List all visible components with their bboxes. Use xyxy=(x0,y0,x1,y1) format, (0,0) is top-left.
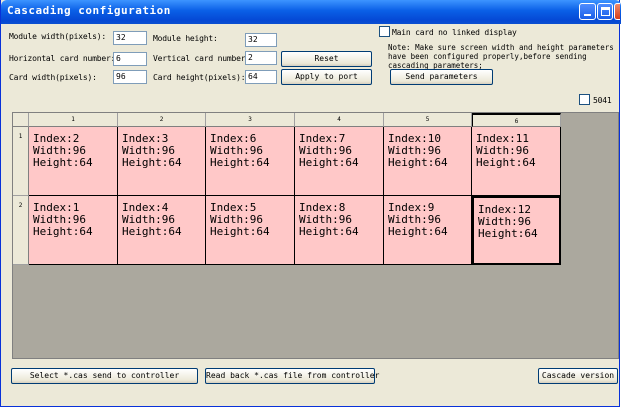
grid-cell[interactable]: Index:4 Width:96 Height:64 xyxy=(118,196,206,265)
cell-height: Height:64 xyxy=(33,225,93,238)
cascading-window: Cascading configuration Module width(pix… xyxy=(0,0,621,407)
module-height-input[interactable]: 32 xyxy=(245,33,277,47)
cell-height: Height:64 xyxy=(33,156,93,169)
grid-cell[interactable]: Index:5 Width:96 Height:64 xyxy=(206,196,295,265)
cascade-grid: 1 2 3 4 5 6 1 2 Index:2 Width:96 Height:… xyxy=(12,112,619,359)
cell-height: Height:64 xyxy=(299,156,359,169)
maximize-icon xyxy=(601,7,610,16)
grid-cell-selected[interactable]: Index:12 Width:96 Height:64 xyxy=(472,196,561,265)
grid-cell[interactable]: Index:7 Width:96 Height:64 xyxy=(295,127,384,196)
s5041-label: 5041 xyxy=(593,96,612,105)
card-height-label: Card height(pixels): xyxy=(153,73,246,82)
window-title: Cascading configuration xyxy=(7,4,171,17)
cell-height: Height:64 xyxy=(210,225,270,238)
close-button[interactable] xyxy=(614,3,620,20)
column-header-6[interactable]: 6 xyxy=(472,113,561,127)
row-header-2[interactable]: 2 xyxy=(13,196,29,265)
vertical-card-input[interactable]: 2 xyxy=(245,51,277,65)
main-card-label: Main card no linked display xyxy=(392,28,517,37)
grid-cell[interactable]: Index:11 Width:96 Height:64 xyxy=(472,127,561,196)
cell-height: Height:64 xyxy=(210,156,270,169)
title-bar[interactable]: Cascading configuration xyxy=(1,0,621,24)
module-width-label: Module width(pixels): xyxy=(9,32,106,41)
maximize-button[interactable] xyxy=(597,3,613,20)
cell-height: Height:64 xyxy=(388,156,448,169)
main-card-checkbox[interactable] xyxy=(379,26,390,37)
grid-corner xyxy=(13,113,29,127)
grid-cell[interactable]: Index:8 Width:96 Height:64 xyxy=(295,196,384,265)
row-header-1[interactable]: 1 xyxy=(13,127,29,196)
send-parameters-button[interactable]: Send parameters xyxy=(390,69,493,85)
cell-height: Height:64 xyxy=(388,225,448,238)
cell-height: Height:64 xyxy=(476,156,536,169)
column-header-1[interactable]: 1 xyxy=(29,113,118,127)
s5041-checkbox[interactable] xyxy=(579,94,590,105)
cascade-version-button[interactable]: Cascade version xyxy=(538,368,618,384)
cell-height: Height:64 xyxy=(299,225,359,238)
column-header-2[interactable]: 2 xyxy=(118,113,206,127)
apply-to-port-button[interactable]: Apply to port xyxy=(281,69,372,85)
read-back-cas-button[interactable]: Read back *.cas file from controller xyxy=(205,368,379,384)
select-cas-button[interactable]: Select *.cas send to controller xyxy=(11,368,198,384)
note-text: Note: Make sure screen width and height … xyxy=(388,43,614,70)
module-width-input[interactable]: 32 xyxy=(113,31,147,45)
grid-cell[interactable]: Index:6 Width:96 Height:64 xyxy=(206,127,295,196)
column-header-3[interactable]: 3 xyxy=(206,113,295,127)
grid-cell[interactable]: Index:1 Width:96 Height:64 xyxy=(29,196,118,265)
minimize-icon xyxy=(584,14,591,16)
grid-cell[interactable]: Index:9 Width:96 Height:64 xyxy=(384,196,472,265)
horizontal-card-input[interactable]: 6 xyxy=(113,52,147,66)
grid-cell[interactable]: Index:10 Width:96 Height:64 xyxy=(384,127,472,196)
cell-height: Height:64 xyxy=(122,156,182,169)
grid-cell[interactable]: Index:3 Width:96 Height:64 xyxy=(118,127,206,196)
module-height-label: Module height: xyxy=(153,34,218,43)
card-width-input[interactable]: 96 xyxy=(113,70,147,84)
cell-height: Height:64 xyxy=(122,225,182,238)
card-height-input[interactable]: 64 xyxy=(245,70,277,84)
column-header-4[interactable]: 4 xyxy=(295,113,384,127)
column-header-5[interactable]: 5 xyxy=(384,113,472,127)
cell-height: Height:64 xyxy=(478,227,538,240)
vertical-card-label: Vertical card number: xyxy=(153,54,250,63)
grid-cell[interactable]: Index:2 Width:96 Height:64 xyxy=(29,127,118,196)
card-width-label: Card width(pixels): xyxy=(9,73,97,82)
horizontal-card-label: Horizontal card number: xyxy=(9,54,116,63)
minimize-button[interactable] xyxy=(579,3,596,20)
reset-button[interactable]: Reset xyxy=(281,51,372,67)
